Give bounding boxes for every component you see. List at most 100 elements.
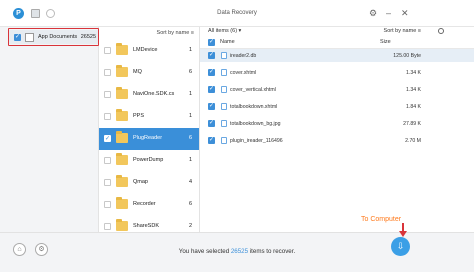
file-list-toolbar: All items (6) ▾ Sort by name ≡ xyxy=(200,27,474,37)
folder-name: PowerDump xyxy=(133,157,164,163)
folder-icon xyxy=(116,219,128,231)
file-icon xyxy=(221,69,227,76)
checkbox[interactable] xyxy=(104,157,111,164)
folder-count: 4 xyxy=(188,179,192,185)
file-row[interactable]: ✓ plugin_ireader_116496 2.70 M xyxy=(200,134,474,147)
checkbox-checked-icon[interactable]: ✓ xyxy=(208,86,215,93)
checkbox[interactable] xyxy=(104,201,111,208)
file-name: totalbookdown_bg.jpg xyxy=(230,120,281,127)
folder-count: 1 xyxy=(188,157,192,163)
folder-item[interactable]: ✓ PlugReader 6 xyxy=(99,128,199,150)
folder-icon xyxy=(116,153,128,165)
category-count: 26525 xyxy=(80,34,96,40)
file-name: plugin_ireader_116496 xyxy=(230,137,283,144)
folder-icon xyxy=(116,87,128,99)
file-size: 1.34 K xyxy=(406,69,421,76)
settings-icon[interactable]: ⚙ xyxy=(369,8,377,18)
folder-item[interactable]: PowerDump 1 xyxy=(99,150,199,172)
file-size: 1.84 K xyxy=(406,103,421,110)
file-row[interactable]: ✓ cover.xhtml 1.34 K xyxy=(200,66,474,79)
folder-name: Recorder xyxy=(133,201,156,207)
category-item-app-documents[interactable]: ✓ App Documents 26525 xyxy=(8,30,99,44)
to-computer-annotation: To Computer xyxy=(361,216,402,223)
checkbox-checked-icon[interactable]: ✓ xyxy=(208,103,215,110)
checkbox[interactable] xyxy=(104,113,111,120)
all-items-filter[interactable]: All items (6) ▾ xyxy=(208,28,241,34)
folder-item[interactable]: NaviOne.SDK.cs 1 xyxy=(99,84,199,106)
checkbox-checked-icon[interactable]: ✓ xyxy=(208,52,215,59)
select-all-checkbox[interactable]: ✓ xyxy=(208,39,215,46)
checkbox-checked-icon[interactable]: ✓ xyxy=(14,34,21,41)
file-size: 1.34 K xyxy=(406,86,421,93)
folder-item[interactable]: MQ 6 xyxy=(99,62,199,84)
folder-icon xyxy=(116,109,128,121)
column-header-size[interactable]: Size xyxy=(380,39,391,45)
file-list-panel: All items (6) ▾ Sort by name ≡ ✓ Name Si… xyxy=(200,27,474,232)
folder-icon xyxy=(116,175,128,187)
checkbox-checked-icon[interactable]: ✓ xyxy=(208,69,215,76)
close-button[interactable]: ✕ xyxy=(401,8,409,18)
category-label: App Documents xyxy=(38,34,78,40)
folder-count: 1 xyxy=(188,113,192,119)
selected-count: 26525 xyxy=(230,248,249,255)
column-header-name[interactable]: Name xyxy=(220,39,235,45)
file-name: cover_vertical.xhtml xyxy=(230,86,276,93)
file-row[interactable]: ✓ totalbookdown.xhtml 1.84 K xyxy=(200,100,474,113)
file-icon xyxy=(221,120,227,127)
status-suffix: items to recover. xyxy=(248,248,296,255)
folder-item[interactable]: Qmap 4 xyxy=(99,172,199,194)
folder-name: PlugReader xyxy=(133,135,163,141)
file-sort-dropdown[interactable]: Sort by name ≡ xyxy=(384,28,421,34)
folder-sort-dropdown[interactable]: Sort by name ≡ xyxy=(157,30,194,36)
file-size: 2.70 M xyxy=(405,137,421,144)
title-bar: P Data Recovery ⚙ – ✕ xyxy=(0,0,474,27)
checkbox[interactable] xyxy=(104,223,111,230)
folder-item[interactable]: ShareSDK 2 xyxy=(99,216,199,232)
folder-icon xyxy=(116,197,128,209)
file-name: cover.xhtml xyxy=(230,69,257,76)
folder-item[interactable]: LMDevice 1 xyxy=(99,40,199,62)
minimize-button[interactable]: – xyxy=(386,8,391,18)
folder-name: Qmap xyxy=(133,179,148,185)
folder-item[interactable]: PPS 1 xyxy=(99,106,199,128)
file-list-header: ✓ Name Size xyxy=(200,37,474,49)
document-icon xyxy=(25,33,34,42)
folder-item[interactable]: Recorder 6 xyxy=(99,194,199,216)
recover-to-computer-button[interactable]: ⇩ xyxy=(391,237,410,256)
file-size: 125.00 Byte xyxy=(393,52,421,59)
file-icon xyxy=(221,52,227,59)
checkbox[interactable]: ✓ xyxy=(104,135,111,142)
folder-count: 6 xyxy=(188,135,192,141)
folder-name: MQ xyxy=(133,69,142,75)
status-prefix: You have selected xyxy=(178,248,231,255)
folder-name: LMDevice xyxy=(133,47,158,53)
folder-count: 1 xyxy=(188,47,192,53)
folder-name: PPS xyxy=(133,113,145,119)
folder-list-panel: Sort by name ≡ LMDevice 1 MQ 6 NaviOne.SDK.c… xyxy=(99,27,200,232)
folder-count: 1 xyxy=(188,91,192,97)
file-icon xyxy=(221,103,227,110)
search-icon[interactable] xyxy=(438,28,444,34)
file-size: 27.89 K xyxy=(403,120,421,127)
file-row[interactable]: ✓ ireader2.db 125.00 Byte xyxy=(200,49,474,62)
checkbox[interactable] xyxy=(104,69,111,76)
folder-icon xyxy=(116,131,128,143)
file-row[interactable]: ✓ totalbookdown_bg.jpg 27.89 K xyxy=(200,117,474,130)
file-name: ireader2.db xyxy=(230,52,257,59)
checkbox[interactable] xyxy=(104,179,111,186)
file-icon xyxy=(221,137,227,144)
checkbox-checked-icon[interactable]: ✓ xyxy=(208,137,215,144)
folder-icon xyxy=(116,65,128,77)
folder-count: 6 xyxy=(188,69,192,75)
checkbox[interactable] xyxy=(104,47,111,54)
file-row[interactable]: ✓ cover_vertical.xhtml 1.34 K xyxy=(200,83,474,96)
folder-count: 2 xyxy=(188,223,192,229)
file-icon xyxy=(221,86,227,93)
checkbox[interactable] xyxy=(104,91,111,98)
category-panel xyxy=(0,27,99,232)
folder-name: ShareSDK xyxy=(133,223,159,229)
folder-name: NaviOne.SDK.cs xyxy=(133,91,175,97)
checkbox-checked-icon[interactable]: ✓ xyxy=(208,120,215,127)
folder-count: 6 xyxy=(188,201,192,207)
arrow-down-icon xyxy=(399,223,407,237)
